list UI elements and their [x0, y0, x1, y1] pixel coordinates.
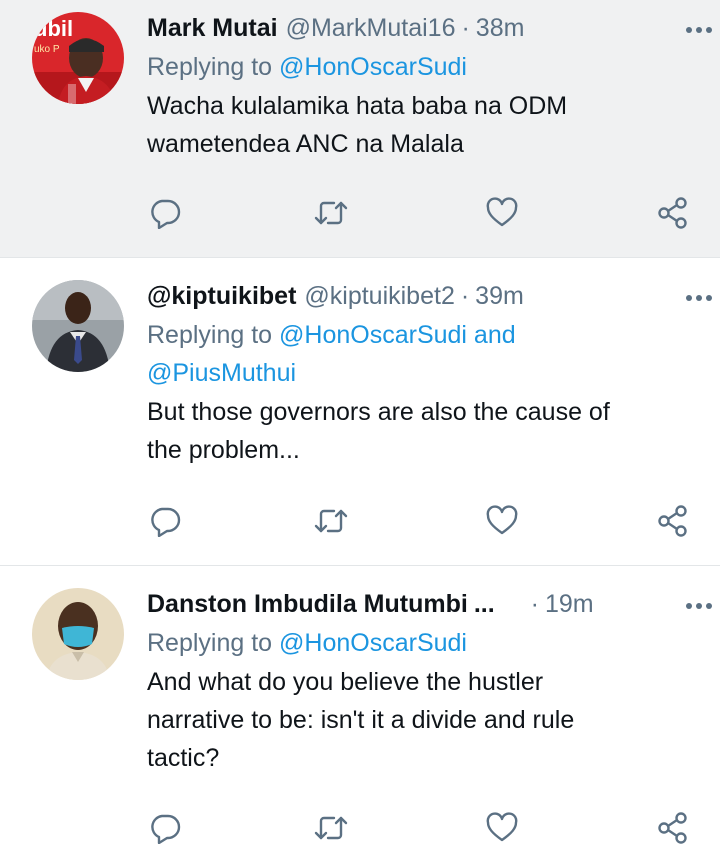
tweet-actions [147, 195, 692, 231]
share-icon [658, 505, 687, 537]
tweet-actions [147, 810, 692, 846]
separator-dot: · [530, 590, 539, 618]
retweet-button[interactable] [313, 503, 349, 539]
replying-to-label: Replying to [147, 321, 280, 349]
timestamp[interactable]: 39m [475, 280, 524, 312]
tweet-item[interactable]: @kiptuikibet @kiptuikibet2 · 39m Replyin… [0, 258, 720, 566]
heart-icon [486, 812, 518, 842]
share-icon [658, 197, 687, 229]
reply-bubble-icon [151, 507, 181, 537]
reply-bubble-icon [151, 199, 181, 229]
reply-button[interactable] [147, 503, 183, 539]
more-dots-icon [686, 27, 712, 33]
replying-to-label: Replying to [147, 53, 280, 81]
timestamp[interactable]: 38m [476, 12, 525, 44]
replying-to-label: Replying to [147, 629, 280, 657]
like-button[interactable] [484, 195, 520, 231]
tweet-text-line: narrative to be: isn't it a divide and r… [147, 706, 575, 734]
timestamp[interactable]: 19m [545, 588, 594, 620]
tweet-text-line: tactic? [147, 744, 220, 772]
mention-joiner[interactable]: and [467, 321, 516, 349]
tweet-text-line: Wacha kulalamika hata baba na ODM [147, 92, 568, 120]
reply-bubble-icon [151, 814, 181, 844]
replying-to: Replying to @HonOscarSudi [147, 48, 700, 86]
share-button[interactable] [655, 503, 691, 539]
mention-link[interactable]: @HonOscarSudi [279, 629, 467, 657]
reply-button[interactable] [147, 810, 183, 846]
more-dots-icon [686, 603, 712, 609]
avatar[interactable]: ubil uko P [32, 12, 124, 104]
tweet-text-line: wametendea ANC na Malala [147, 130, 464, 158]
tweet-text: Wacha kulalamika hata baba na ODM wamete… [147, 87, 700, 163]
retweet-button[interactable] [313, 195, 349, 231]
display-name[interactable]: @kiptuikibet [147, 280, 296, 312]
replying-to: Replying to @HonOscarSudi and @PiusMuthu… [147, 316, 700, 392]
tweet-text-line: But those governors are also the cause o… [147, 398, 610, 426]
more-options-button[interactable] [682, 590, 716, 622]
user-handle[interactable]: @kiptuikibet2 [304, 280, 454, 312]
separator-dot: · [461, 14, 470, 42]
like-button[interactable] [484, 810, 520, 846]
tweet-text: And what do you believe the hustler narr… [147, 663, 700, 777]
tweet-text-line: And what do you believe the hustler [147, 668, 544, 696]
more-dots-icon [686, 295, 712, 301]
heart-icon [486, 197, 518, 227]
retweet-button[interactable] [313, 810, 349, 846]
avatar[interactable] [32, 588, 124, 680]
tweet-item[interactable]: ubil uko P Mark Mutai @MarkMutai16 · 38m… [0, 0, 720, 258]
more-options-button[interactable] [682, 14, 716, 46]
replying-to: Replying to @HonOscarSudi [147, 624, 700, 662]
heart-icon [486, 505, 518, 535]
reply-button[interactable] [147, 195, 183, 231]
display-name[interactable]: Danston Imbudila Mutumbi [147, 588, 468, 620]
share-button[interactable] [655, 195, 691, 231]
mention-link[interactable]: @PiusMuthui [147, 359, 296, 387]
display-name[interactable]: Mark Mutai [147, 12, 278, 44]
retweet-icon [314, 816, 348, 840]
tweet-header: @kiptuikibet @kiptuikibet2 · 39m [147, 280, 700, 312]
mention-link[interactable]: @HonOscarSudi [279, 321, 467, 349]
share-icon [658, 812, 687, 844]
svg-text:ubil: ubil [34, 16, 73, 41]
tweet-header: Danston Imbudila Mutumbi ... · 19m [147, 588, 700, 620]
tweet-header: Mark Mutai @MarkMutai16 · 38m [147, 12, 700, 44]
tweet-item[interactable]: Danston Imbudila Mutumbi ... · 19m Reply… [0, 566, 720, 853]
mention-link[interactable]: @HonOscarSudi [279, 53, 467, 81]
tweet-feed: ubil uko P Mark Mutai @MarkMutai16 · 38m… [0, 0, 720, 853]
tweet-actions [147, 503, 692, 539]
user-handle[interactable]: @MarkMutai16 [286, 12, 456, 44]
name-ellipsis: ... [473, 590, 495, 618]
share-button[interactable] [655, 810, 691, 846]
more-options-button[interactable] [682, 282, 716, 314]
tweet-text: But those governors are also the cause o… [147, 393, 700, 469]
tweet-text-line: the problem... [147, 436, 300, 464]
like-button[interactable] [484, 503, 520, 539]
svg-text:uko P: uko P [34, 44, 60, 55]
retweet-icon [314, 201, 348, 225]
separator-dot: · [460, 282, 470, 310]
retweet-icon [314, 509, 348, 533]
avatar[interactable] [32, 280, 124, 372]
